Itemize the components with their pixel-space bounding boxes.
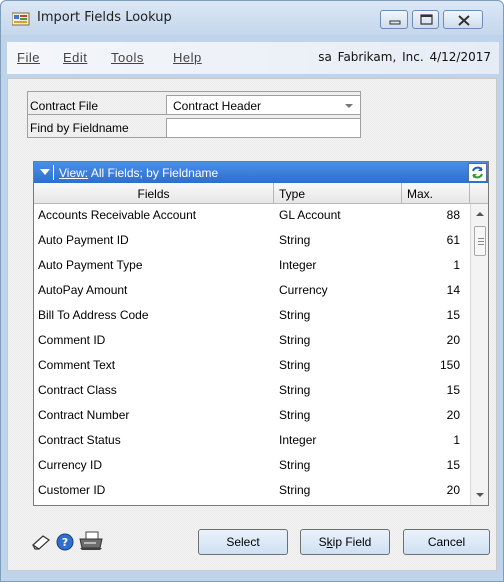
printer-icon[interactable] [78, 530, 104, 552]
table-row[interactable]: AutoPay Amount Currency 14 [34, 279, 470, 304]
column-header-type[interactable]: Type [274, 183, 402, 203]
field-name: Currency ID [38, 458, 103, 472]
select-button[interactable]: Select [198, 529, 288, 555]
contract-file-value: Contract Header [173, 99, 262, 113]
table-row[interactable]: Accounts Receivable Account GL Account 88 [34, 204, 470, 229]
field-max: 61 [446, 233, 460, 247]
vertical-scrollbar[interactable] [470, 204, 488, 505]
import-app-icon [12, 12, 30, 26]
close-button[interactable] [443, 10, 483, 29]
field-max: 1 [453, 258, 460, 272]
field-type: String [279, 333, 311, 347]
field-max: 15 [446, 383, 460, 397]
close-icon [458, 15, 470, 26]
chevron-down-icon [345, 104, 353, 108]
field-name: Contract Status [38, 433, 121, 447]
table-header: Fields Type Max. [34, 183, 488, 204]
field-name: Contract Class [38, 383, 117, 397]
fields-grid: View: All Fields; by Fieldname Fields Ty… [33, 161, 489, 506]
contract-file-label: Contract File [30, 99, 99, 113]
thumb-grip [478, 241, 484, 242]
field-name: Auto Payment ID [38, 233, 129, 247]
menu-edit[interactable]: Edit [63, 50, 87, 65]
field-max: 14 [446, 283, 460, 297]
field-type: Integer [279, 258, 317, 272]
skip-field-button[interactable]: Skip Field [300, 529, 390, 555]
table-row[interactable]: Auto Payment ID String 61 [34, 229, 470, 254]
find-by-fieldname-input[interactable] [166, 118, 361, 138]
table-row[interactable]: Contract Number String 20 [34, 404, 470, 429]
table-row[interactable]: Comment Text String 150 [34, 354, 470, 379]
field-name: Bill To Address Code [38, 308, 149, 322]
column-header-fields[interactable]: Fields [34, 183, 274, 203]
field-name: Comment Text [38, 358, 116, 372]
cancel-button[interactable]: Cancel [403, 529, 490, 555]
table-row[interactable]: Auto Payment Type Integer 1 [34, 254, 470, 279]
table-row[interactable]: Currency ID String 15 [34, 454, 470, 479]
session-info: sa Fabrikam, Inc. 4/12/2017 [318, 50, 491, 64]
scroll-down-icon[interactable] [475, 491, 485, 499]
view-dropdown-icon[interactable] [40, 169, 50, 176]
minimize-button[interactable] [380, 10, 408, 29]
skip-field-label-start: S [318, 535, 327, 549]
field-name: Auto Payment Type [38, 258, 143, 272]
field-max: 20 [446, 408, 460, 422]
field-type: String [279, 308, 311, 322]
title-bar[interactable]: Import Fields Lookup [1, 1, 503, 35]
menu-bar: File Edit Tools Help sa Fabrikam, Inc. 4… [7, 42, 499, 74]
field-max: 150 [439, 358, 460, 372]
thumb-grip [478, 238, 484, 239]
field-type: String [279, 408, 311, 422]
svg-text:?: ? [62, 536, 68, 549]
table-row[interactable]: Customer ID String 20 [34, 479, 470, 504]
refresh-icon [472, 166, 483, 179]
field-max: 20 [446, 333, 460, 347]
view-separator [53, 165, 54, 180]
table-row[interactable]: Comment ID String 20 [34, 329, 470, 354]
field-max: 15 [446, 308, 460, 322]
view-label[interactable]: View: All Fields; by Fieldname [59, 166, 218, 180]
field-type: String [279, 483, 311, 497]
maximize-button[interactable] [412, 10, 439, 29]
field-type: Currency [279, 283, 328, 297]
field-type: String [279, 358, 311, 372]
contract-file-select[interactable]: Contract Header [166, 95, 361, 115]
field-name: AutoPay Amount [38, 283, 128, 297]
field-type: String [279, 458, 311, 472]
column-header-max[interactable]: Max. [402, 183, 470, 203]
field-name: Accounts Receivable Account [38, 208, 197, 222]
field-type: String [279, 233, 311, 247]
skip-field-label-rest: ip Field [332, 535, 372, 549]
maximize-icon [420, 14, 433, 25]
scrollbar-thumb[interactable] [474, 226, 486, 256]
thumb-grip [478, 244, 484, 245]
field-name: Customer ID [38, 483, 106, 497]
field-max: 1 [453, 433, 460, 447]
field-name: Contract Number [38, 408, 130, 422]
field-type: String [279, 383, 311, 397]
field-max: 15 [446, 458, 460, 472]
field-type: GL Account [279, 208, 341, 222]
table-row[interactable]: Bill To Address Code String 15 [34, 304, 470, 329]
view-label-prefix: View: [59, 166, 89, 180]
note-icon[interactable] [31, 533, 51, 551]
find-by-fieldname-label: Find by Fieldname [30, 121, 129, 135]
help-icon[interactable]: ? [56, 533, 74, 551]
table-row[interactable]: Contract Status Integer 1 [34, 429, 470, 454]
field-name: Comment ID [38, 333, 106, 347]
field-max: 20 [446, 483, 460, 497]
view-label-text: All Fields; by Fieldname [88, 166, 219, 180]
window-title: Import Fields Lookup [37, 10, 172, 25]
menu-file[interactable]: File [17, 50, 40, 65]
scroll-up-icon[interactable] [475, 210, 485, 218]
field-max: 88 [446, 208, 460, 222]
refresh-button[interactable] [468, 163, 487, 182]
view-bar: View: All Fields; by Fieldname [34, 162, 488, 183]
table-body: Accounts Receivable Account GL Account 88 … [34, 204, 470, 505]
menu-tools[interactable]: Tools [111, 50, 144, 65]
menu-help[interactable]: Help [173, 50, 202, 65]
field-type: Integer [279, 433, 317, 447]
minimize-icon [389, 20, 401, 25]
table-row[interactable]: Contract Class String 15 [34, 379, 470, 404]
